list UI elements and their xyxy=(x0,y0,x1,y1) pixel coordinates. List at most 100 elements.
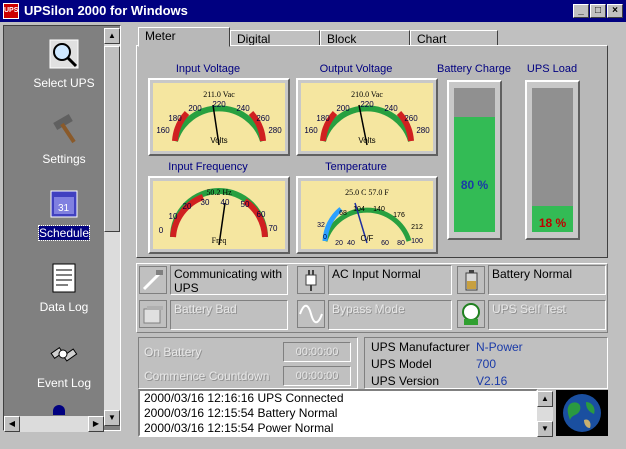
sidebar-item-label: Settings xyxy=(42,152,86,166)
globe-icon xyxy=(563,394,601,432)
ac-input-status: AC Input Normal xyxy=(328,265,452,295)
log-entry: 2000/03/16 12:15:54 Power Normal xyxy=(144,421,334,435)
svg-text:60: 60 xyxy=(257,210,266,219)
log-entry: 2000/03/16 12:15:54 Battery Normal xyxy=(144,406,338,420)
svg-text:32: 32 xyxy=(317,222,325,229)
title-bar: UPS UPSilon 2000 for Windows _ □ × xyxy=(0,0,626,22)
svg-text:280: 280 xyxy=(268,126,282,135)
svg-text:180: 180 xyxy=(316,114,330,123)
ups-model-label: UPS Model xyxy=(371,357,432,371)
svg-text:0: 0 xyxy=(159,226,164,235)
scroll-down-button[interactable]: ▼ xyxy=(104,410,120,426)
sidebar-item-label: Event Log xyxy=(36,376,92,390)
svg-text:0: 0 xyxy=(323,234,327,241)
sidebar-item-label: Schedule xyxy=(37,225,91,241)
meter-unit: Freq xyxy=(212,236,227,245)
minimize-button[interactable]: _ xyxy=(573,4,589,18)
sidebar-item-label: Data Log xyxy=(39,300,89,314)
maximize-button[interactable]: □ xyxy=(590,4,606,18)
close-button[interactable]: × xyxy=(607,4,623,18)
sidebar-item-settings[interactable]: Settings xyxy=(14,108,114,180)
input-voltage-label: Input Voltage xyxy=(175,63,241,75)
ups-load-gauge: 18 % xyxy=(525,80,580,240)
svg-text:260: 260 xyxy=(404,114,418,123)
svg-text:260: 260 xyxy=(256,114,270,123)
battery-icon xyxy=(457,266,485,294)
svg-text:40: 40 xyxy=(221,198,230,207)
sidebar-scrollbar[interactable]: ▲ ▼ xyxy=(104,28,120,426)
ups-load-value: 18 % xyxy=(538,216,567,230)
input-frequency-meter: 50.2 Hz Freq 0 10 20 30 40 50 60 70 xyxy=(148,176,290,254)
window-title: UPSilon 2000 for Windows xyxy=(24,3,188,18)
ups-manufacturer-value: N-Power xyxy=(476,340,523,354)
svg-text:40: 40 xyxy=(347,240,355,247)
meter-reading: 50.2 Hz xyxy=(206,188,232,197)
battery-charge-fill xyxy=(454,117,495,232)
log-scrollbar[interactable]: ▲ ▼ xyxy=(537,391,553,437)
temperature-label: Temperature xyxy=(325,161,387,173)
svg-text:200: 200 xyxy=(336,104,350,113)
sidebar-item-label: Select UPS xyxy=(33,76,95,90)
on-battery-time: 00:00:00 xyxy=(283,342,351,362)
sidebar-item-schedule[interactable]: 31 Schedule xyxy=(14,182,114,254)
sidebar-item-data-log[interactable]: Data Log xyxy=(14,256,114,328)
tab-meter[interactable]: Meter xyxy=(138,27,230,47)
log-entry: 2000/03/16 12:16:16 UPS Connected xyxy=(144,391,344,405)
document-icon xyxy=(52,263,76,293)
ups-version-label: UPS Version xyxy=(371,374,440,388)
battery-bad-icon xyxy=(139,300,167,328)
ups-load-label: UPS Load xyxy=(526,63,578,75)
svg-text:240: 240 xyxy=(384,104,398,113)
battery-charge-track: 80 % xyxy=(454,88,495,232)
scroll-thumb[interactable] xyxy=(104,46,120,232)
magnifier-icon xyxy=(49,39,79,69)
svg-text:20: 20 xyxy=(183,202,192,211)
battery-normal-status: Battery Normal xyxy=(488,265,606,295)
svg-text:70: 70 xyxy=(269,224,278,233)
battery-charge-value: 80 % xyxy=(460,178,489,192)
svg-text:104: 104 xyxy=(353,206,365,213)
sine-wave-icon xyxy=(297,300,325,328)
svg-text:31: 31 xyxy=(58,203,70,214)
log-scroll-up-button[interactable]: ▲ xyxy=(537,391,553,407)
svg-text:80: 80 xyxy=(397,240,405,247)
svg-text:140: 140 xyxy=(373,206,385,213)
scroll-right-button[interactable]: ▶ xyxy=(88,416,104,432)
cable-icon xyxy=(139,266,167,294)
meter-reading: 25.0 C 57.0 F xyxy=(345,188,389,197)
bypass-mode-status: Bypass Mode xyxy=(328,300,452,330)
sidebar-item-event-log[interactable]: Event Log xyxy=(14,332,114,404)
next-item-icon xyxy=(53,405,65,415)
log-scroll-down-button[interactable]: ▼ xyxy=(537,421,553,437)
svg-text:200: 200 xyxy=(188,104,202,113)
scroll-up-button[interactable]: ▲ xyxy=(104,28,120,44)
meter-unit: C/F xyxy=(361,234,374,243)
sidebar-hscrollbar[interactable]: ◀ ▶ xyxy=(4,416,104,432)
meter-unit: Volts xyxy=(358,136,375,145)
svg-text:160: 160 xyxy=(156,126,170,135)
communicating-status: Communicating with UPS xyxy=(170,265,288,295)
battery-charge-gauge: 80 % xyxy=(447,80,502,240)
globe-panel xyxy=(556,390,608,436)
temperature-meter: 25.0 C 57.0 F C/F 68 104 140 176 212 32 0 2… xyxy=(296,176,438,254)
svg-text:160: 160 xyxy=(304,126,318,135)
svg-text:20: 20 xyxy=(335,240,343,247)
svg-text:60: 60 xyxy=(381,240,389,247)
event-log[interactable]: 2000/03/16 12:16:16 UPS Connected 2000/0… xyxy=(138,389,538,437)
input-frequency-label: Input Frequency xyxy=(168,161,248,173)
svg-text:100: 100 xyxy=(411,238,423,245)
output-voltage-meter: 210.0 Vac Volts 160 180 200 220 240 260 280 xyxy=(296,78,438,156)
svg-text:280: 280 xyxy=(416,126,430,135)
svg-text:68: 68 xyxy=(339,210,347,217)
input-voltage-meter: 211.0 Vac Volts 160 180 200 220 240 260 280 xyxy=(148,78,290,156)
ups-model-value: 700 xyxy=(476,357,497,371)
svg-text:180: 180 xyxy=(168,114,182,123)
hammer-icon xyxy=(53,114,76,144)
svg-text:240: 240 xyxy=(236,104,250,113)
app-icon[interactable]: UPS xyxy=(3,3,19,19)
sidebar-item-select-ups[interactable]: Select UPS xyxy=(14,32,114,104)
scroll-left-button[interactable]: ◀ xyxy=(4,416,20,432)
countdown-time: 00:00:00 xyxy=(283,366,351,386)
svg-text:10: 10 xyxy=(169,212,178,221)
svg-text:30: 30 xyxy=(201,198,210,207)
